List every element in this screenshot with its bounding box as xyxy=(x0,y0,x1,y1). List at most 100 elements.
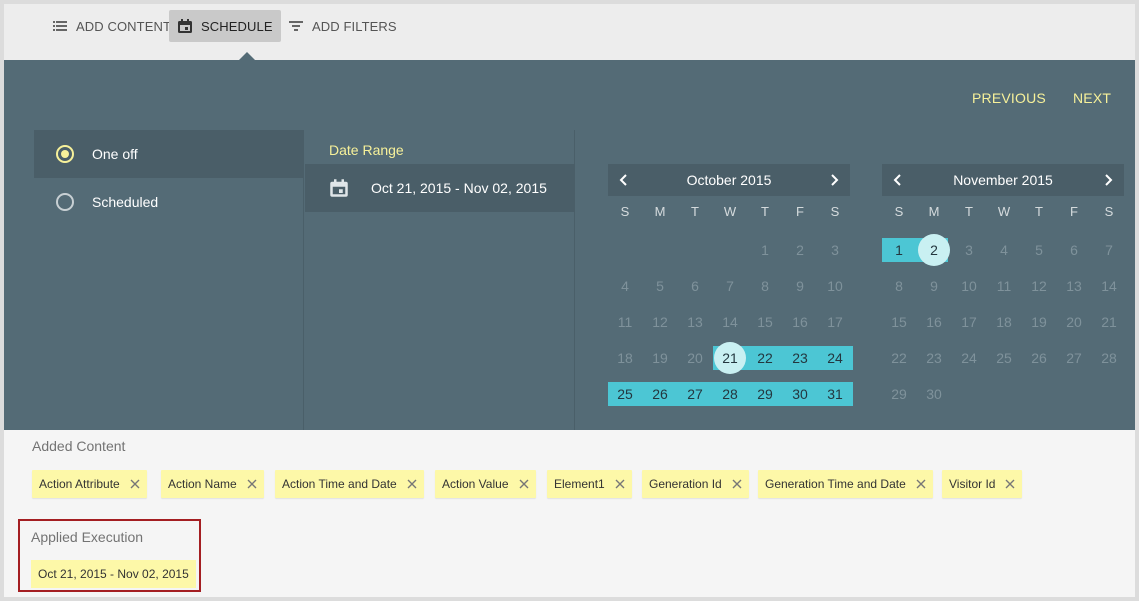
calendar-day[interactable]: 5 xyxy=(1022,238,1056,262)
next-button[interactable]: NEXT xyxy=(1073,90,1111,106)
previous-button[interactable]: PREVIOUS xyxy=(972,90,1046,106)
calendar-day[interactable]: 10 xyxy=(818,274,852,298)
close-icon[interactable] xyxy=(129,478,141,490)
chevron-left-icon[interactable] xyxy=(618,174,630,186)
calendar-day[interactable]: 21 xyxy=(1092,310,1126,334)
calendar-day[interactable]: 11 xyxy=(987,274,1021,298)
calendar-day[interactable]: 12 xyxy=(643,310,677,334)
calendar-day[interactable]: 1 xyxy=(748,238,782,262)
mode-option-label: One off xyxy=(92,146,138,162)
calendar-day[interactable]: 12 xyxy=(1022,274,1056,298)
calendar-day[interactable]: 26 xyxy=(1022,346,1056,370)
close-icon[interactable] xyxy=(518,478,530,490)
calendar-day[interactable]: 10 xyxy=(952,274,986,298)
calendar-day[interactable]: 5 xyxy=(643,274,677,298)
calendar-day[interactable]: 9 xyxy=(917,274,951,298)
calendar-day[interactable]: 19 xyxy=(643,346,677,370)
chip-label: Generation Time and Date xyxy=(765,477,906,491)
calendar-day[interactable]: 19 xyxy=(1022,310,1056,334)
calendar-day[interactable]: 3 xyxy=(952,238,986,262)
date-range-field[interactable]: Oct 21, 2015 - Nov 02, 2015 xyxy=(305,164,575,212)
calendar-day[interactable]: 6 xyxy=(1057,238,1091,262)
calendar-day[interactable]: 4 xyxy=(608,274,642,298)
calendar-day[interactable]: 23 xyxy=(917,346,951,370)
calendar-day[interactable]: 15 xyxy=(882,310,916,334)
chevron-left-icon[interactable] xyxy=(892,174,904,186)
calendar-day[interactable]: 3 xyxy=(818,238,852,262)
calendar-day[interactable]: 16 xyxy=(783,310,817,334)
app-window: ADD CONTENT SCHEDULE ADD FILTERS PREVIOU… xyxy=(0,0,1139,601)
chip-label: Action Value xyxy=(442,477,509,491)
calendar-day[interactable]: 14 xyxy=(713,310,747,334)
calendar-day[interactable]: 7 xyxy=(1092,238,1126,262)
weekday-label: F xyxy=(796,204,804,219)
add-content-button[interactable]: ADD CONTENT xyxy=(44,10,179,42)
weekday-label: W xyxy=(723,204,737,219)
calendar-day[interactable]: 9 xyxy=(783,274,817,298)
calendar-header: November 2015 xyxy=(882,164,1124,196)
chevron-right-icon[interactable] xyxy=(828,174,840,186)
calendar-day[interactable]: 4 xyxy=(987,238,1021,262)
close-icon[interactable] xyxy=(406,478,418,490)
close-icon[interactable] xyxy=(731,478,743,490)
calendar-day[interactable]: 8 xyxy=(748,274,782,298)
weekday-label: T xyxy=(965,204,973,219)
calendar-day[interactable]: 17 xyxy=(952,310,986,334)
calendar-day[interactable]: 27 xyxy=(678,382,712,406)
calendar-day[interactable]: 30 xyxy=(783,382,817,406)
calendar-day[interactable]: 7 xyxy=(713,274,747,298)
close-icon[interactable] xyxy=(915,478,927,490)
calendar-day[interactable]: 25 xyxy=(608,382,642,406)
calendar-day[interactable]: 13 xyxy=(1057,274,1091,298)
calendar-day[interactable]: 28 xyxy=(1092,346,1126,370)
date-range-title: Date Range xyxy=(329,142,404,158)
calendar-day[interactable]: 20 xyxy=(678,346,712,370)
close-icon[interactable] xyxy=(614,478,626,490)
calendar-day[interactable]: 24 xyxy=(952,346,986,370)
calendar-day[interactable]: 2 xyxy=(917,238,951,262)
added-content-title: Added Content xyxy=(32,438,126,454)
calendar-day[interactable]: 29 xyxy=(748,382,782,406)
calendar-day[interactable]: 22 xyxy=(882,346,916,370)
calendar-day[interactable]: 26 xyxy=(643,382,677,406)
calendar-day[interactable]: 6 xyxy=(678,274,712,298)
calendar-month-title: October 2015 xyxy=(686,172,772,188)
calendar-day[interactable]: 18 xyxy=(608,346,642,370)
calendar-day[interactable]: 15 xyxy=(748,310,782,334)
calendar-day[interactable]: 14 xyxy=(1092,274,1126,298)
calendar-day[interactable]: 28 xyxy=(713,382,747,406)
calendar-day[interactable]: 8 xyxy=(882,274,916,298)
close-icon[interactable] xyxy=(1004,478,1016,490)
calendar-day[interactable]: 22 xyxy=(748,346,782,370)
calendar-day[interactable]: 21 xyxy=(713,346,747,370)
add-filters-button[interactable]: ADD FILTERS xyxy=(280,10,405,42)
weekday-label: F xyxy=(1070,204,1078,219)
schedule-button[interactable]: SCHEDULE xyxy=(169,10,281,42)
calendar-day[interactable]: 1 xyxy=(882,238,916,262)
close-icon[interactable] xyxy=(246,478,258,490)
calendar-day[interactable]: 2 xyxy=(783,238,817,262)
calendar-november: November 2015 S M T W T F S 1 2 3 4 5 6 7 8 9 10 11 12 13 14… xyxy=(882,164,1124,448)
mode-option-scheduled[interactable]: Scheduled xyxy=(34,178,304,226)
calendar-day[interactable]: 13 xyxy=(678,310,712,334)
add-content-label: ADD CONTENT xyxy=(76,18,171,34)
calendar-day[interactable]: 23 xyxy=(783,346,817,370)
mode-option-one-off[interactable]: One off xyxy=(34,130,304,178)
calendar-day[interactable]: 11 xyxy=(608,310,642,334)
calendar-day[interactable]: 24 xyxy=(818,346,852,370)
chip-label: Action Time and Date xyxy=(282,477,397,491)
calendar-day[interactable]: 31 xyxy=(818,382,852,406)
schedule-mode-list: One off Scheduled xyxy=(34,130,304,430)
weekday-label: S xyxy=(894,204,904,219)
calendar-day[interactable]: 16 xyxy=(917,310,951,334)
calendar-day[interactable]: 20 xyxy=(1057,310,1091,334)
calendar-day[interactable]: 29 xyxy=(882,382,916,406)
calendar-day[interactable]: 17 xyxy=(818,310,852,334)
calendar-day[interactable]: 30 xyxy=(917,382,951,406)
chevron-right-icon[interactable] xyxy=(1102,174,1114,186)
calendar-day[interactable]: 25 xyxy=(987,346,1021,370)
calendar-day[interactable]: 27 xyxy=(1057,346,1091,370)
calendar-icon xyxy=(330,179,348,197)
chip-label: Action Name xyxy=(168,477,237,491)
calendar-day[interactable]: 18 xyxy=(987,310,1021,334)
